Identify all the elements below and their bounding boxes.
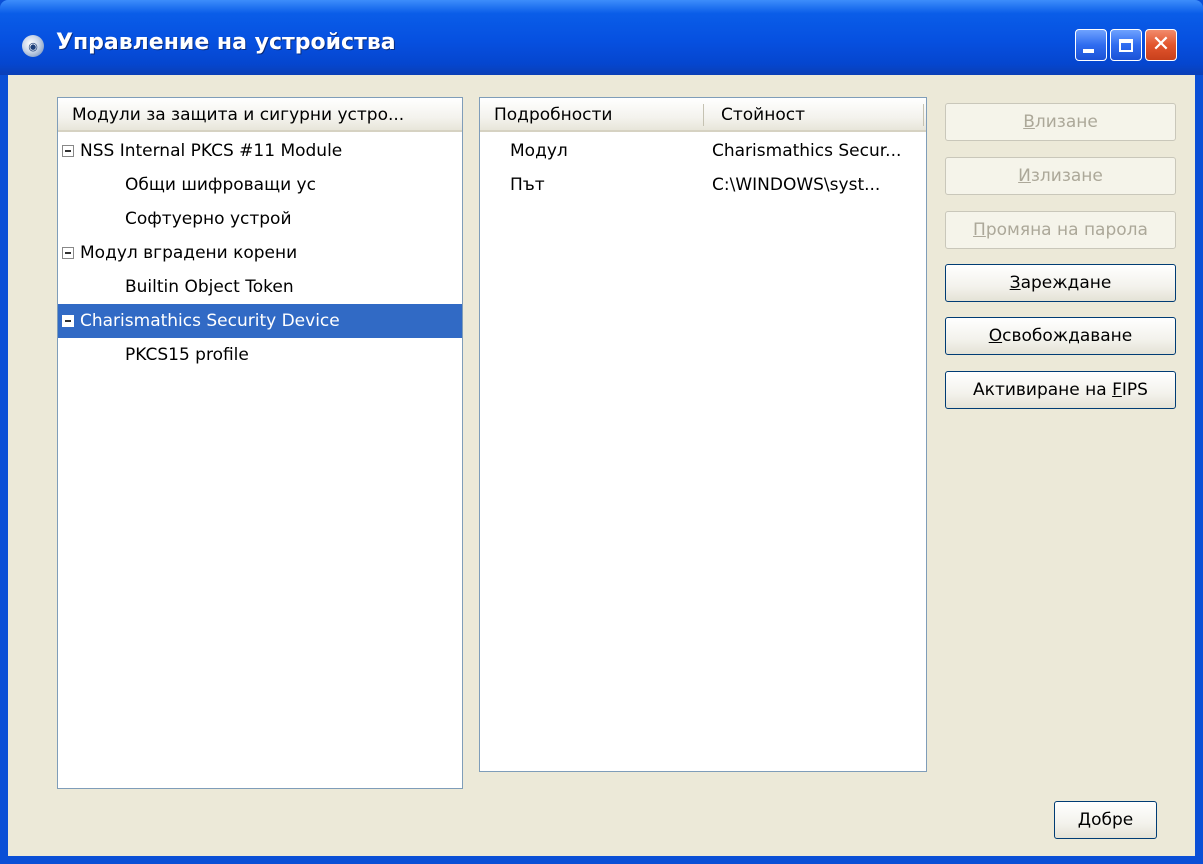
unload-label-key: О [988,326,1003,346]
tree-row[interactable]: NSS Internal PKCS #11 Module [58,134,462,168]
maximize-button[interactable] [1110,29,1142,61]
details-row-value: C:\WINDOWS\syst... [712,175,881,195]
ok-button[interactable]: Добре [1054,801,1157,839]
logout-label-post: злизане [1030,166,1103,186]
unload-label-post: свобождаване [1002,326,1133,346]
maximize-icon [1119,38,1133,52]
minimize-icon [1082,49,1094,53]
change-password-button[interactable]: Промяна на парола [945,211,1176,249]
details-list[interactable]: Подробности Стойност Модул Charismathics … [479,97,927,772]
login-label-key: В [1023,112,1035,132]
login-label-post: лизане [1034,112,1098,132]
enable-fips-button[interactable]: Активиране на FIPS [945,371,1176,409]
tree-row-label: Общи шифроващи ус [125,175,316,195]
close-button[interactable]: ✕ [1145,29,1177,61]
ok-label-post: обре [1091,810,1134,830]
details-column-header[interactable]: Подробности [480,98,705,132]
details-row[interactable]: Модул Charismathics Secur... [480,134,926,168]
tree-row[interactable]: Общи шифроващи ус [58,168,462,202]
collapse-icon[interactable] [62,145,74,157]
collapse-icon[interactable] [62,247,74,259]
tree-row[interactable]: PKCS15 profile [58,338,462,372]
modules-tree[interactable]: Модули за защита и сигурни устро... NSS … [57,97,463,789]
tree-column-header-label: Модули за защита и сигурни устро... [72,105,405,125]
tree-row[interactable]: Модул вградени корени [58,236,462,270]
ok-label-key: Д [1077,810,1092,830]
tree-column-header[interactable]: Модули за защита и сигурни устро... [58,98,462,132]
enable-fips-label-key: F [1112,380,1122,400]
close-icon: ✕ [1151,32,1171,57]
app-icon: ◉ [22,35,44,57]
details-row[interactable]: Път C:\WINDOWS\syst... [480,168,926,202]
load-label-post: ареждане [1020,273,1112,293]
collapse-icon[interactable] [62,315,74,327]
title-bar[interactable]: ◉ Управление на устройства ✕ [0,0,1203,75]
enable-fips-label-pre: Активиране на [973,380,1113,400]
enable-fips-label-post: IPS [1121,380,1148,400]
tree-row[interactable]: Charismathics Security Device [58,304,462,338]
change-password-label-post: ромяна на парола [985,220,1148,240]
details-row-value: Charismathics Secur... [712,141,902,161]
tree-row-label: PKCS15 profile [125,345,249,365]
device-manager-window: ◉ Управление на устройства ✕ Модули за з… [0,0,1203,864]
login-button[interactable]: Влизане [945,103,1176,141]
logout-button[interactable]: Излизане [945,157,1176,195]
load-button[interactable]: Зареждане [945,264,1176,302]
value-column-header-label: Стойност [721,105,805,125]
unload-button[interactable]: Освобождаване [945,317,1176,355]
tree-row-label: Charismathics Security Device [80,311,340,331]
change-password-label-key: П [973,220,986,240]
tree-row-label: NSS Internal PKCS #11 Module [80,141,343,161]
logout-label-key: И [1018,166,1031,186]
column-separator[interactable] [923,104,924,126]
minimize-button[interactable] [1075,29,1107,61]
window-title: Управление на устройства [56,30,396,55]
tree-row[interactable]: Builtin Object Token [58,270,462,304]
tree-row[interactable]: Софтуерно устрой [58,202,462,236]
column-separator[interactable] [703,104,704,126]
value-column-header[interactable]: Стойност [705,98,926,132]
tree-row-label: Builtin Object Token [125,277,294,297]
tree-row-label: Софтуерно устрой [125,209,292,229]
load-label-key: З [1009,273,1021,293]
details-row-name: Път [510,175,545,195]
details-column-header-label: Подробности [494,105,613,125]
tree-row-label: Модул вградени корени [80,243,298,263]
details-row-name: Модул [510,141,568,161]
